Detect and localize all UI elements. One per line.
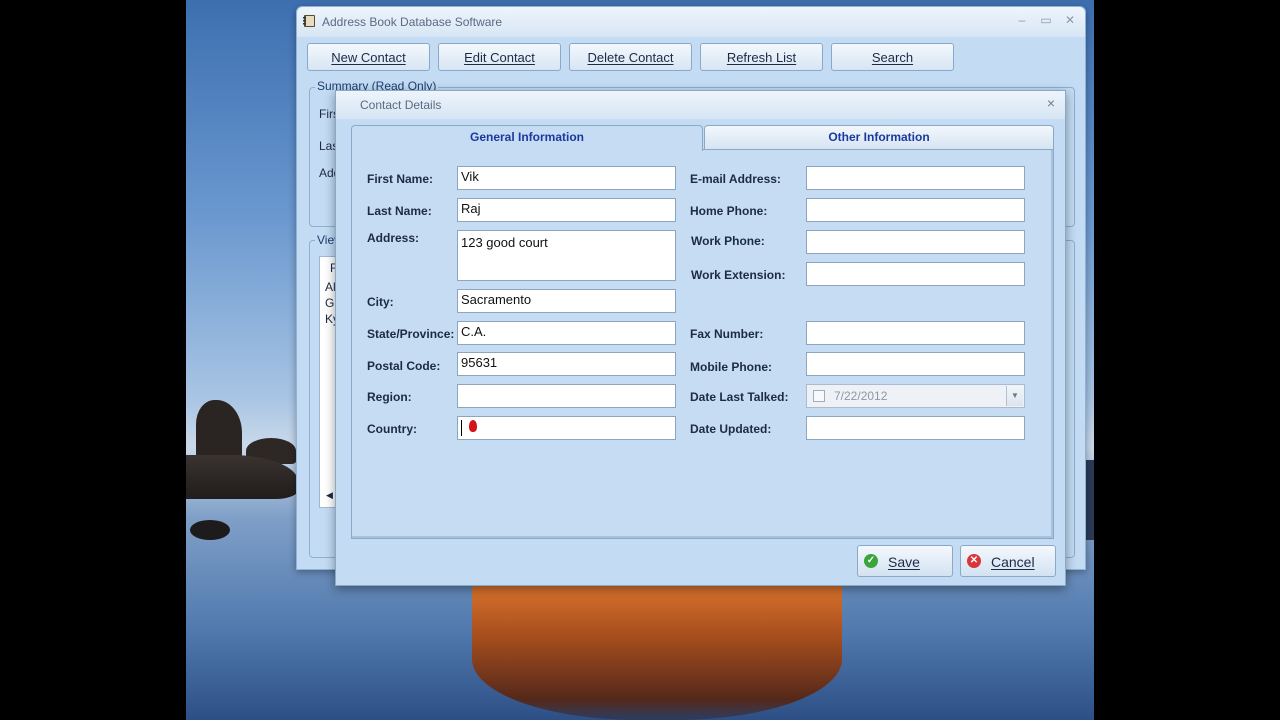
dialog-title: Contact Details — [360, 98, 442, 112]
cancel-icon: ✕ — [967, 554, 981, 568]
postal-code-label: Postal Code: — [367, 359, 441, 373]
contact-details-dialog: Contact Details × General Information Ot… — [335, 90, 1066, 586]
window-title: Address Book Database Software — [322, 15, 503, 29]
city-field[interactable]: Sacramento — [457, 289, 676, 313]
cancel-button[interactable]: ✕ Cancel — [960, 545, 1056, 577]
search-button[interactable]: Search — [831, 43, 954, 71]
address-label: Address: — [367, 231, 420, 245]
delete-contact-button[interactable]: Delete Contact — [569, 43, 692, 71]
region-field[interactable] — [457, 384, 676, 408]
dialog-close-icon[interactable]: × — [1047, 95, 1055, 111]
wallpaper-rock — [196, 400, 242, 460]
date-enable-checkbox[interactable] — [813, 390, 825, 402]
work-phone-label: Work Phone: — [691, 234, 765, 248]
first-name-label: First Name: — [367, 172, 434, 186]
postal-code-field[interactable]: 95631 — [457, 352, 676, 376]
tab-other-information[interactable]: Other Information — [704, 125, 1054, 149]
dialog-titlebar[interactable]: Contact Details × — [336, 91, 1065, 119]
home-phone-field[interactable] — [806, 198, 1025, 222]
scroll-left-icon[interactable]: ◀ — [326, 490, 333, 501]
region-label: Region: — [367, 390, 412, 404]
wallpaper-stone — [190, 520, 230, 540]
save-button-label: Save — [888, 554, 920, 570]
refresh-list-button[interactable]: Refresh List — [700, 43, 823, 71]
mouse-cursor-icon — [469, 420, 477, 432]
fax-number-label: Fax Number: — [690, 327, 764, 341]
state-province-label: State/Province: — [367, 327, 455, 341]
address-book-icon — [303, 15, 315, 27]
close-icon[interactable]: ✕ — [1063, 13, 1077, 27]
address-field[interactable]: 123 good court — [457, 230, 676, 281]
email-field[interactable] — [806, 166, 1025, 190]
city-label: City: — [367, 295, 394, 309]
country-field[interactable] — [457, 416, 676, 440]
work-extension-label: Work Extension: — [691, 268, 786, 282]
toolbar: New Contact Edit Contact Delete Contact … — [297, 41, 1085, 73]
save-button[interactable]: ✓ Save — [857, 545, 953, 577]
work-phone-field[interactable] — [806, 230, 1025, 254]
work-extension-field[interactable] — [806, 262, 1025, 286]
date-last-talked-value: 7/22/2012 — [834, 389, 888, 403]
fax-number-field[interactable] — [806, 321, 1025, 345]
maximize-icon[interactable]: ▭ — [1039, 13, 1053, 27]
checkmark-icon: ✓ — [864, 554, 878, 568]
new-contact-button[interactable]: New Contact — [307, 43, 430, 71]
mobile-phone-label: Mobile Phone: — [690, 360, 772, 374]
cancel-button-label: Cancel — [991, 554, 1035, 570]
home-phone-label: Home Phone: — [690, 204, 768, 218]
email-label: E-mail Address: — [690, 172, 781, 186]
minimize-icon[interactable]: – — [1015, 13, 1029, 27]
date-last-talked-picker[interactable]: 7/22/2012 ▼ — [806, 384, 1025, 408]
general-information-panel: First Name: Vik Last Name: Raj Address: … — [351, 149, 1054, 539]
main-titlebar[interactable]: Address Book Database Software – ▭ ✕ — [297, 7, 1085, 37]
chevron-down-icon[interactable]: ▼ — [1006, 386, 1023, 406]
date-updated-label: Date Updated: — [690, 422, 772, 436]
edit-contact-button[interactable]: Edit Contact — [438, 43, 561, 71]
date-updated-field[interactable] — [806, 416, 1025, 440]
tab-general-information[interactable]: General Information — [351, 125, 703, 151]
last-name-label: Last Name: — [367, 204, 432, 218]
state-province-field[interactable]: C.A. — [457, 321, 676, 345]
country-label: Country: — [367, 422, 417, 436]
date-last-talked-label: Date Last Talked: — [690, 390, 789, 404]
wallpaper-reflection — [472, 585, 842, 720]
text-caret — [461, 420, 462, 436]
mobile-phone-field[interactable] — [806, 352, 1025, 376]
last-name-field[interactable]: Raj — [457, 198, 676, 222]
first-name-field[interactable]: Vik — [457, 166, 676, 190]
